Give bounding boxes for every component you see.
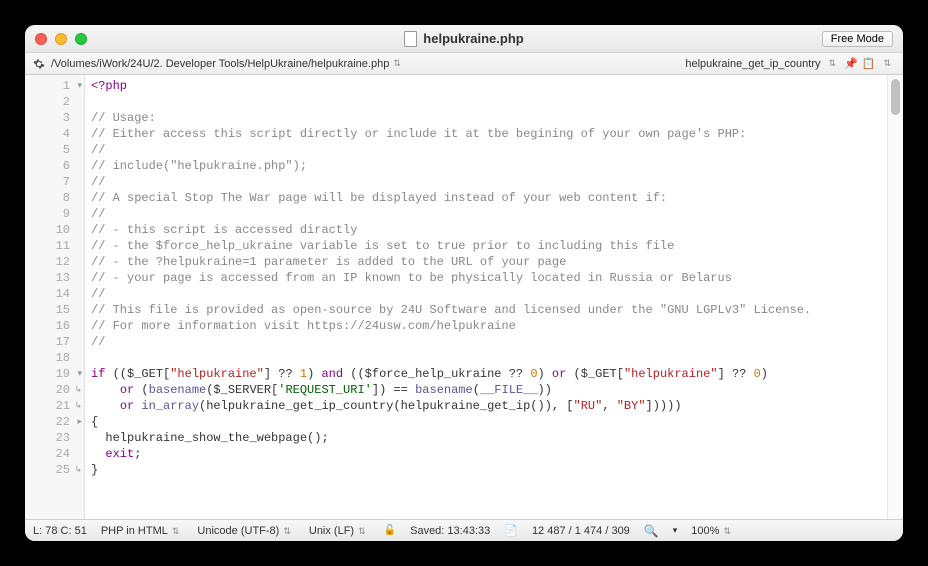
- code-line[interactable]: // - this script is accessed diractly: [91, 222, 881, 238]
- gutter: 1▾2345678910111213141516171819▾20↳21↳22▸…: [25, 75, 85, 519]
- code-line[interactable]: //: [91, 334, 881, 350]
- line-endings-selector[interactable]: Unix (LF): [309, 525, 354, 537]
- code-line[interactable]: //: [91, 286, 881, 302]
- code-line[interactable]: // - your page is accessed from an IP kn…: [91, 270, 881, 286]
- zoom-down-icon[interactable]: ▾: [673, 525, 678, 536]
- line-number: 14: [25, 286, 84, 302]
- editor-area: 1▾2345678910111213141516171819▾20↳21↳22▸…: [25, 75, 903, 519]
- file-stats: 12 487 / 1 474 / 309: [532, 525, 630, 537]
- line-number: 2: [25, 94, 84, 110]
- code-line[interactable]: {: [91, 414, 881, 430]
- line-number: 3: [25, 110, 84, 126]
- free-mode-button[interactable]: Free Mode: [822, 31, 893, 47]
- line-number: 5: [25, 142, 84, 158]
- path-bar: /Volumes/iWork/24U/2. Developer Tools/He…: [25, 53, 903, 75]
- copy-icon[interactable]: 📋: [862, 57, 876, 70]
- fold-marker[interactable]: ▸: [77, 414, 82, 430]
- line-number: 1▾: [25, 78, 84, 94]
- line-number: 19▾: [25, 366, 84, 382]
- status-bar: L: 78 C: 51 PHP in HTML⇅ Unicode (UTF-8)…: [25, 519, 903, 541]
- line-number: 8: [25, 190, 84, 206]
- line-number: 22▸: [25, 414, 84, 430]
- line-number: 11: [25, 238, 84, 254]
- fold-marker[interactable]: ▾: [77, 366, 82, 382]
- lang-selector[interactable]: PHP in HTML: [101, 525, 168, 537]
- zoom-icon[interactable]: 🔍: [644, 524, 659, 538]
- symbol-selector[interactable]: helpukraine_get_ip_country: [685, 58, 820, 70]
- line-number: 18: [25, 350, 84, 366]
- line-number: 21↳: [25, 398, 84, 414]
- code-line[interactable]: helpukraine_show_the_webpage();: [91, 430, 881, 446]
- code-line[interactable]: // Either access this script directly or…: [91, 126, 881, 142]
- code-line[interactable]: // - the ?helpukraine=1 parameter is add…: [91, 254, 881, 270]
- window-title: helpukraine.php: [25, 31, 903, 47]
- minimize-icon[interactable]: [55, 33, 67, 45]
- code-line[interactable]: //: [91, 206, 881, 222]
- code-line[interactable]: if (($_GET["helpukraine"] ?? 1) and (($f…: [91, 366, 881, 382]
- line-number: 23: [25, 430, 84, 446]
- line-number: 16: [25, 318, 84, 334]
- lang-dropdown-icon[interactable]: ⇅: [168, 526, 184, 536]
- lock-icon[interactable]: 🔓: [384, 525, 396, 536]
- code-editor[interactable]: <?php // Usage:// Either access this scri…: [85, 75, 887, 519]
- document-icon: 📄: [504, 524, 518, 537]
- line-number: 13: [25, 270, 84, 286]
- toolbar-menu-icon[interactable]: ⇅: [879, 58, 895, 69]
- code-line[interactable]: // include("helpukraine.php");: [91, 158, 881, 174]
- code-line[interactable]: // Usage:: [91, 110, 881, 126]
- code-line[interactable]: or in_array(helpukraine_get_ip_country(h…: [91, 398, 881, 414]
- code-line[interactable]: // For more information visit https://24…: [91, 318, 881, 334]
- scrollbar[interactable]: [887, 75, 903, 519]
- close-icon[interactable]: [35, 33, 47, 45]
- line-number: 12: [25, 254, 84, 270]
- line-number: 9: [25, 206, 84, 222]
- title-text: helpukraine.php: [423, 31, 523, 46]
- line-number: 20↳: [25, 382, 84, 398]
- pin-icon[interactable]: 📌: [844, 57, 858, 70]
- code-line[interactable]: // This file is provided as open-source …: [91, 302, 881, 318]
- save-status: Saved: 13:43:33: [410, 525, 490, 537]
- code-line[interactable]: or (basename($_SERVER['REQUEST_URI']) ==…: [91, 382, 881, 398]
- fold-marker[interactable]: ↳: [74, 382, 82, 398]
- fold-marker[interactable]: ▾: [77, 78, 82, 94]
- code-line[interactable]: // A special Stop The War page will be d…: [91, 190, 881, 206]
- code-line[interactable]: //: [91, 174, 881, 190]
- line-number: 15: [25, 302, 84, 318]
- code-line[interactable]: //: [91, 142, 881, 158]
- line-number: 17: [25, 334, 84, 350]
- line-number: 24: [25, 446, 84, 462]
- symbol-dropdown-icon[interactable]: ⇅: [825, 58, 841, 69]
- code-line[interactable]: exit;: [91, 446, 881, 462]
- zoom-icon[interactable]: [75, 33, 87, 45]
- line-number: 4: [25, 126, 84, 142]
- zoom-dropdown-icon[interactable]: ⇅: [719, 526, 735, 536]
- file-path[interactable]: /Volumes/iWork/24U/2. Developer Tools/He…: [51, 58, 389, 70]
- gear-icon[interactable]: [33, 58, 45, 70]
- code-line[interactable]: [91, 350, 881, 366]
- encoding-selector[interactable]: Unicode (UTF-8): [197, 525, 279, 537]
- fold-marker[interactable]: ↳: [74, 398, 82, 414]
- endings-dropdown-icon[interactable]: ⇅: [354, 526, 370, 536]
- window-controls: [35, 33, 87, 45]
- fold-marker[interactable]: ↳: [74, 462, 82, 478]
- file-icon: [404, 31, 417, 47]
- editor-window: helpukraine.php Free Mode /Volumes/iWork…: [25, 25, 903, 541]
- code-line[interactable]: // - the $force_help_ukraine variable is…: [91, 238, 881, 254]
- path-dropdown-icon[interactable]: ⇅: [389, 58, 405, 69]
- line-number: 7: [25, 174, 84, 190]
- line-number: 6: [25, 158, 84, 174]
- titlebar: helpukraine.php Free Mode: [25, 25, 903, 53]
- scroll-thumb[interactable]: [891, 79, 900, 115]
- line-number: 10: [25, 222, 84, 238]
- cursor-pos: L: 78 C: 51: [33, 525, 87, 537]
- code-line[interactable]: <?php: [91, 78, 881, 94]
- code-line[interactable]: }: [91, 462, 881, 478]
- line-number: 25↳: [25, 462, 84, 478]
- code-line[interactable]: [91, 94, 881, 110]
- encoding-dropdown-icon[interactable]: ⇅: [279, 526, 295, 536]
- zoom-level[interactable]: 100%: [691, 525, 719, 537]
